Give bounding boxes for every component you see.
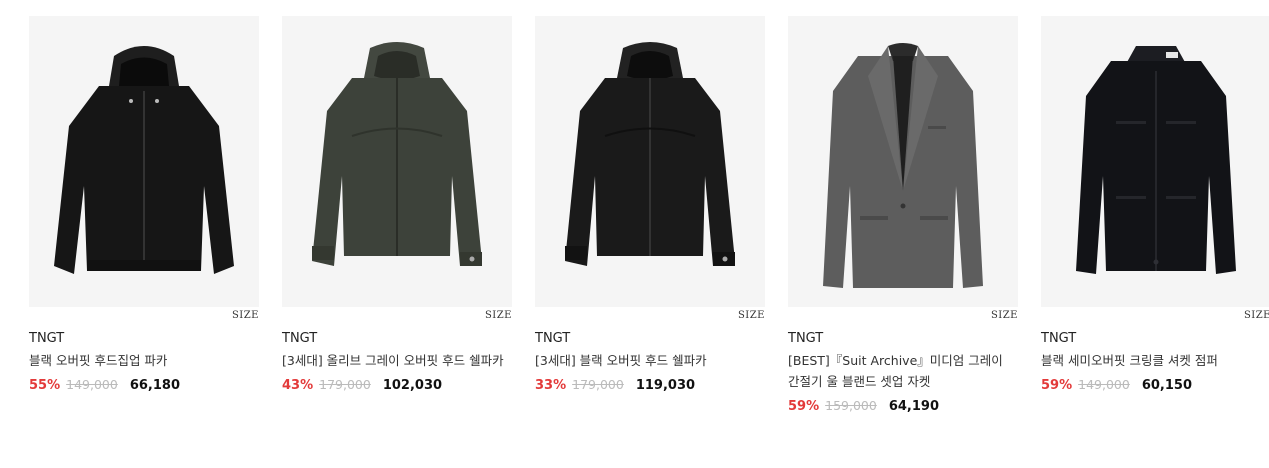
price-row: 55% 149,000 66,180	[29, 377, 259, 393]
product-name[interactable]: 블랙 세미오버핏 크링클 셔켓 점퍼	[1041, 350, 1269, 371]
original-price: 149,000	[66, 377, 118, 392]
size-link[interactable]: SIZE	[991, 310, 1018, 321]
sale-price: 119,030	[635, 378, 696, 393]
product-brand: TNGT	[535, 331, 571, 346]
size-link[interactable]: SIZE	[485, 310, 512, 321]
product-image[interactable]	[535, 16, 765, 307]
shirt-jacket-image	[1076, 46, 1236, 274]
shell-parka-black-image	[565, 42, 735, 266]
discount-rate: 43%	[282, 378, 314, 393]
product-image[interactable]	[29, 16, 259, 307]
sale-price: 102,030	[382, 378, 443, 393]
original-price: 179,000	[572, 377, 624, 392]
product-brand: TNGT	[282, 331, 318, 346]
product-name[interactable]: [3세대] 블랙 오버핏 후드 쉘파카	[535, 350, 765, 371]
product-image[interactable]	[1041, 16, 1269, 307]
original-price: 149,000	[1078, 377, 1130, 392]
product-card[interactable]: SIZE TNGT [3세대] 블랙 오버핏 후드 쉘파카 33% 179,00…	[535, 16, 765, 414]
product-card[interactable]: SIZE TNGT 블랙 오버핏 후드집업 파카 55% 149,000 66,…	[29, 16, 259, 414]
original-price: 159,000	[825, 398, 877, 413]
product-brand: TNGT	[29, 331, 65, 346]
discount-rate: 59%	[788, 399, 820, 414]
original-price: 179,000	[319, 377, 371, 392]
sale-price: 66,180	[129, 378, 180, 393]
discount-rate: 33%	[535, 378, 567, 393]
product-brand: TNGT	[1041, 331, 1077, 346]
product-grid: SIZE TNGT 블랙 오버핏 후드집업 파카 55% 149,000 66,…	[29, 16, 1269, 414]
suit-jacket-image	[823, 43, 983, 288]
size-link[interactable]: SIZE	[232, 310, 259, 321]
product-card[interactable]: SIZE TNGT [BEST]『Suit Archive』미디엄 그레이 간절…	[788, 16, 1018, 414]
product-image[interactable]	[788, 16, 1018, 307]
size-link[interactable]: SIZE	[1244, 310, 1269, 321]
product-brand: TNGT	[788, 331, 824, 346]
price-row: 59% 159,000 64,190	[788, 398, 1018, 414]
product-card[interactable]: SIZE TNGT 블랙 세미오버핏 크링클 셔켓 점퍼 59% 149,000…	[1041, 16, 1269, 414]
product-card[interactable]: SIZE TNGT [3세대] 올리브 그레이 오버핏 후드 쉘파카 43% 1…	[282, 16, 512, 414]
sale-price: 60,150	[1141, 378, 1192, 393]
product-image[interactable]	[282, 16, 512, 307]
hooded-zip-parka-image	[54, 46, 234, 274]
product-name[interactable]: [3세대] 올리브 그레이 오버핏 후드 쉘파카	[282, 350, 512, 371]
price-row: 43% 179,000 102,030	[282, 377, 512, 393]
sale-price: 64,190	[888, 399, 939, 414]
shell-parka-olive-image	[312, 42, 482, 266]
price-row: 33% 179,000 119,030	[535, 377, 765, 393]
discount-rate: 55%	[29, 378, 61, 393]
product-name[interactable]: [BEST]『Suit Archive』미디엄 그레이 간절기 울 블랜드 셋업…	[788, 350, 1018, 392]
product-name[interactable]: 블랙 오버핏 후드집업 파카	[29, 350, 259, 371]
discount-rate: 59%	[1041, 378, 1073, 393]
price-row: 59% 149,000 60,150	[1041, 377, 1269, 393]
size-link[interactable]: SIZE	[738, 310, 765, 321]
